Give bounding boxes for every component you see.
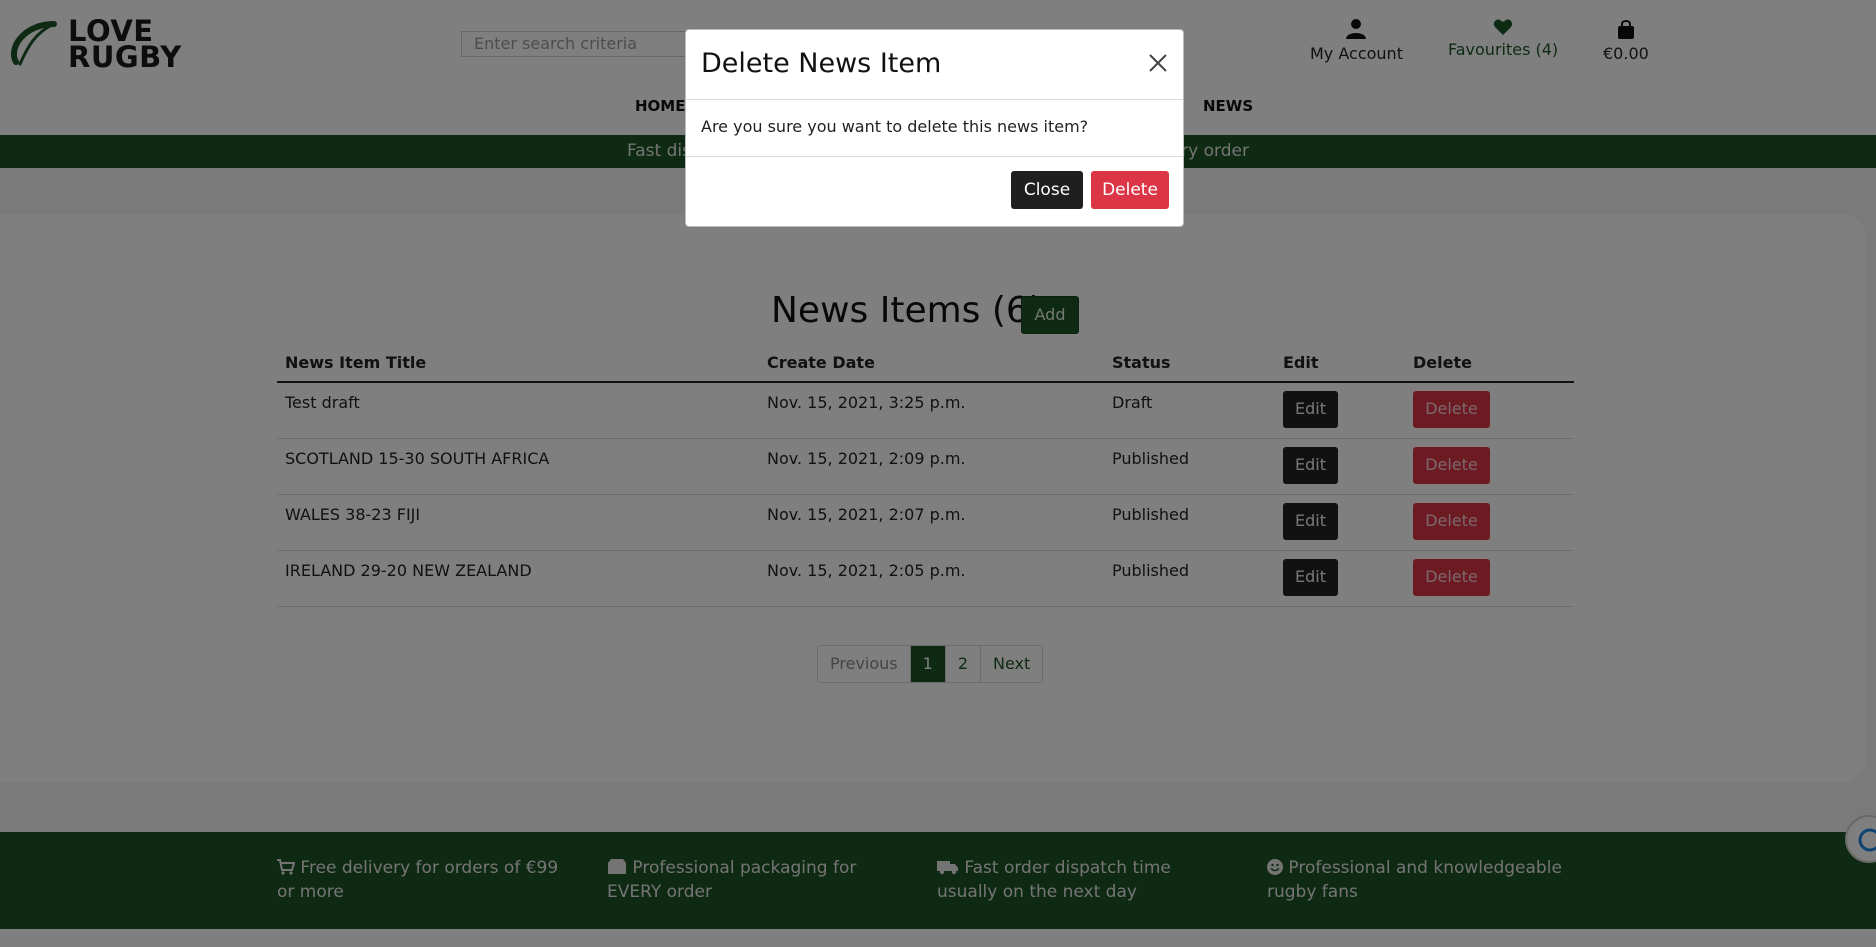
modal-delete-button[interactable]: Delete — [1091, 171, 1169, 209]
modal-title: Delete News Item — [701, 48, 942, 79]
modal-close-button[interactable]: Close — [1011, 171, 1083, 209]
modal-header: Delete News Item — [686, 30, 1183, 100]
close-icon[interactable] — [1147, 52, 1169, 74]
delete-news-modal: Delete News Item Are you sure you want t… — [685, 29, 1184, 227]
modal-footer: Close Delete — [686, 157, 1183, 227]
modal-body: Are you sure you want to delete this new… — [686, 100, 1183, 157]
